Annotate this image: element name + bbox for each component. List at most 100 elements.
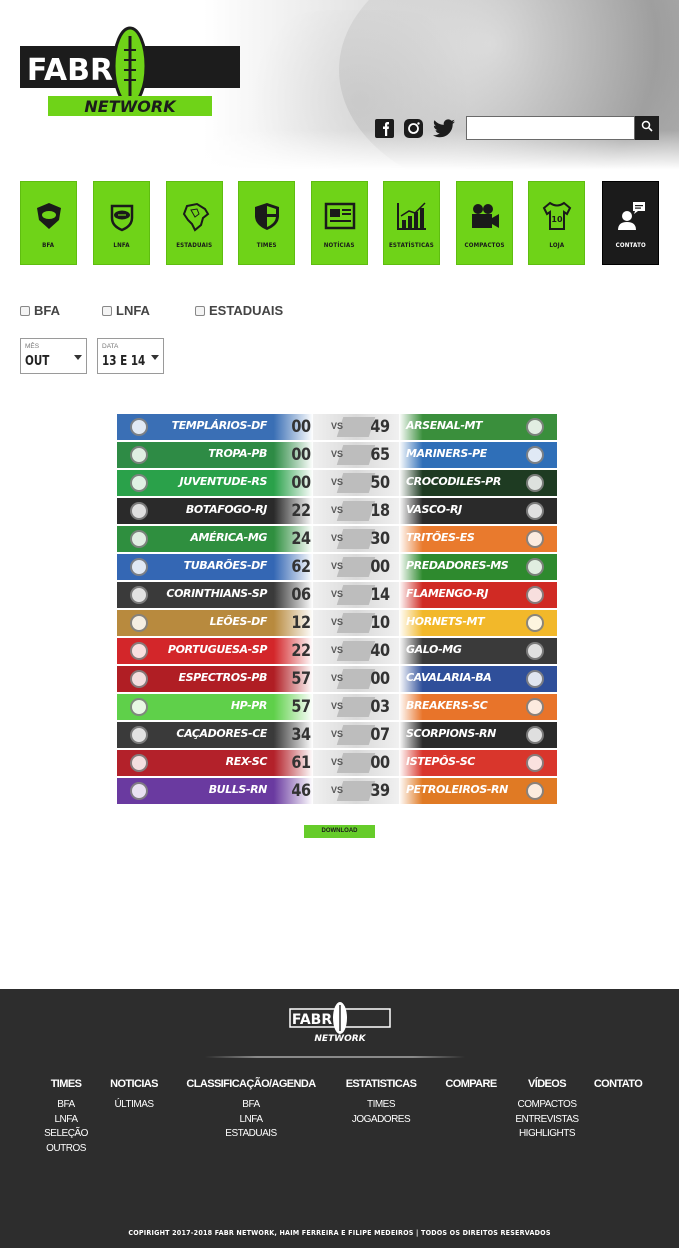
result-row: TEMPLÁRIOS-DF 00 VS 49 ARSENAL-MT xyxy=(117,414,557,440)
footer-col-title[interactable]: CONTATO xyxy=(588,1078,648,1090)
checkbox-box[interactable] xyxy=(102,305,112,316)
home-score: 12 xyxy=(291,613,311,633)
home-team-logo-icon xyxy=(121,583,157,607)
vs-label: VS xyxy=(330,757,343,767)
nav-tile-compactos[interactable]: COMPACTOS xyxy=(456,181,513,265)
away-team-logo-icon xyxy=(517,779,553,803)
home-team-logo-icon xyxy=(121,471,157,495)
home-score: 57 xyxy=(291,697,311,717)
home-team-logo-icon xyxy=(121,443,157,467)
away-team-name: CROCODILES-PR xyxy=(406,475,501,488)
nav-tile-times[interactable]: TIMES xyxy=(238,181,295,265)
svg-text:10: 10 xyxy=(551,215,563,224)
checkbox-box[interactable] xyxy=(195,305,205,316)
date-select[interactable]: DATA 13 E 14 xyxy=(97,338,164,374)
footer-col-videos: VÍDEOS COMPACTOS ENTREVISTAS HIGHLIGHTS xyxy=(512,1078,582,1142)
footer: FABR NETWORK TIMES BFA LNFA SELEÇÃO OUTR… xyxy=(0,989,679,1248)
away-team-logo-icon xyxy=(517,415,553,439)
header-banner: FABR NETWORK xyxy=(0,0,679,170)
away-score: 14 xyxy=(370,585,390,605)
checkbox-box[interactable] xyxy=(20,305,30,316)
footer-link[interactable]: LNFA xyxy=(182,1113,320,1128)
instagram-icon[interactable] xyxy=(403,118,424,139)
away-score: 30 xyxy=(370,529,390,549)
home-team-logo-icon xyxy=(121,751,157,775)
home-score: 62 xyxy=(291,557,311,577)
footer-col-title[interactable]: CLASSIFICAÇÃO/AGENDA xyxy=(182,1078,320,1090)
footer-link[interactable]: SELEÇÃO xyxy=(35,1127,97,1142)
vs-label: VS xyxy=(330,673,343,683)
vs-label: VS xyxy=(330,533,343,543)
footer-col-title[interactable]: NOTICIAS xyxy=(103,1078,165,1090)
vs-label: VS xyxy=(330,701,343,711)
bar-chart-icon xyxy=(395,200,429,232)
footer-link[interactable]: ÚLTIMAS xyxy=(103,1098,165,1113)
home-team-name: ESPECTROS-PB xyxy=(178,671,267,684)
fabr-network-logo[interactable]: FABR NETWORK xyxy=(20,26,240,118)
search-button[interactable] xyxy=(635,116,659,140)
team-shield-icon xyxy=(250,200,284,232)
away-team-name: SCORPIONS-RN xyxy=(406,727,496,740)
vs-label: VS xyxy=(330,421,343,431)
nav-tile-noticias[interactable]: NOTÍCIAS xyxy=(311,181,368,265)
footer-link[interactable]: ESTADUAIS xyxy=(182,1127,320,1142)
nav-tile-estatisticas[interactable]: ESTATÍSTICAS xyxy=(383,181,440,265)
result-row: BOTAFOGO-RJ 22 VS 18 VASCO-RJ xyxy=(117,498,557,524)
away-team-panel: PETROLEIROS-RN xyxy=(399,778,557,804)
result-row: ESPECTROS-PB 57 VS 00 CAVALARIA-BA xyxy=(117,666,557,692)
footer-col-times: TIMES BFA LNFA SELEÇÃO OUTROS xyxy=(35,1078,97,1156)
main-nav: BFA LNFA ESTADUAIS TIMES NOTÍCIAS ESTATÍ… xyxy=(20,181,659,265)
footer-col-title[interactable]: COMPARE xyxy=(440,1078,502,1090)
footer-col-title[interactable]: ESTATISTICAS xyxy=(342,1078,420,1090)
footer-link[interactable]: BFA xyxy=(35,1098,97,1113)
footer-link[interactable]: BFA xyxy=(182,1098,320,1113)
footer-col-title[interactable]: VÍDEOS xyxy=(512,1078,582,1090)
home-team-panel: BOTAFOGO-RJ xyxy=(117,498,313,524)
footer-link[interactable]: LNFA xyxy=(35,1113,97,1128)
nav-tile-loja[interactable]: 10 LOJA xyxy=(528,181,585,265)
filter-bfa-checkbox[interactable]: BFA xyxy=(20,303,60,318)
away-team-logo-icon xyxy=(517,555,553,579)
nav-tile-estaduais[interactable]: ESTADUAIS xyxy=(166,181,223,265)
filter-lnfa-checkbox[interactable]: LNFA xyxy=(102,303,150,318)
facebook-icon[interactable] xyxy=(374,118,395,139)
footer-link[interactable]: ENTREVISTAS xyxy=(512,1113,582,1128)
month-select[interactable]: MÊS OUT xyxy=(20,338,87,374)
footer-link[interactable]: HIGHLIGHTS xyxy=(512,1127,582,1142)
away-team-logo-icon xyxy=(517,471,553,495)
home-team-name: AMÉRICA-MG xyxy=(190,531,267,544)
twitter-icon[interactable] xyxy=(432,118,455,139)
footer-col-estatisticas: ESTATISTICAS TIMES JOGADORES xyxy=(342,1078,420,1127)
away-team-name: PREDADORES-MS xyxy=(406,559,509,572)
filter-estaduais-checkbox[interactable]: ESTADUAIS xyxy=(195,303,283,318)
away-score: 49 xyxy=(370,417,390,437)
filter-label: ESTADUAIS xyxy=(209,303,284,318)
home-score: 22 xyxy=(291,501,311,521)
footer-link[interactable]: JOGADORES xyxy=(342,1113,420,1128)
vs-label: VS xyxy=(330,449,343,459)
footer-logo[interactable]: FABR NETWORK xyxy=(288,1001,392,1044)
footer-link[interactable]: OUTROS xyxy=(35,1142,97,1157)
away-team-name: ISTEPÔS-SC xyxy=(406,755,475,768)
away-team-logo-icon xyxy=(517,499,553,523)
nav-tile-lnfa[interactable]: LNFA xyxy=(93,181,150,265)
nav-tile-contato[interactable]: CONTATO xyxy=(602,181,659,265)
footer-link[interactable]: TIMES xyxy=(342,1098,420,1113)
home-score: 00 xyxy=(291,417,311,437)
away-team-name: MARINERS-PE xyxy=(406,447,487,460)
home-team-logo-icon xyxy=(121,555,157,579)
home-team-name: CORINTHIANS-SP xyxy=(166,587,267,600)
footer-logo-network: NETWORK xyxy=(314,1034,366,1043)
away-score: 10 xyxy=(370,613,390,633)
download-button[interactable]: DOWNLOAD xyxy=(304,825,375,838)
away-team-logo-icon xyxy=(517,751,553,775)
vs-label: VS xyxy=(330,505,343,515)
nav-tile-bfa[interactable]: BFA xyxy=(20,181,77,265)
away-score: 07 xyxy=(370,725,390,745)
away-team-logo-icon xyxy=(517,611,553,635)
search-input[interactable] xyxy=(466,116,635,140)
footer-col-title[interactable]: TIMES xyxy=(35,1078,97,1090)
footer-link[interactable]: COMPACTOS xyxy=(512,1098,582,1113)
away-team-panel: BREAKERS-SC xyxy=(399,694,557,720)
footer-col-contato: CONTATO xyxy=(588,1078,648,1098)
